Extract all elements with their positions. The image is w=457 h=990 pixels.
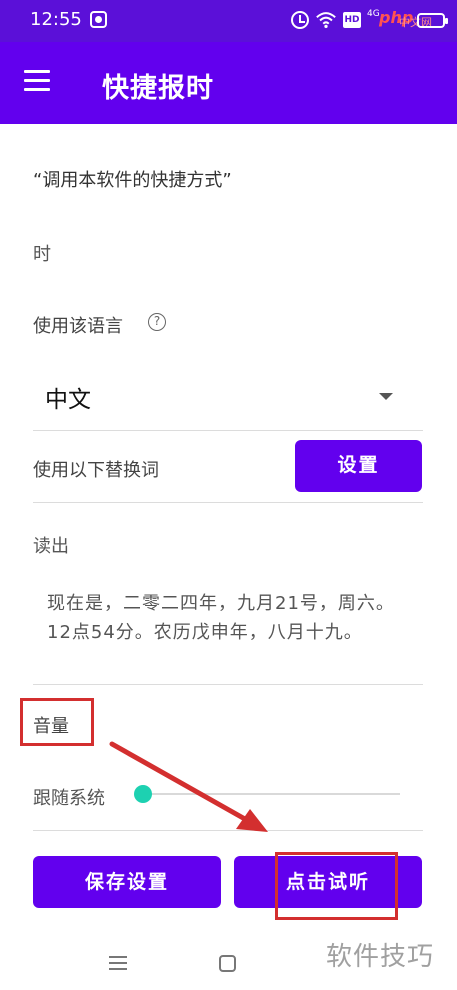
language-dropdown[interactable]: 中文 [33,364,423,430]
help-icon[interactable]: ? [148,313,166,331]
app-notification-icon [90,11,107,28]
follow-system-label: 跟随系统 [33,788,105,809]
status-time: 12:55 [30,9,82,30]
readout-text: 现在是，二零二四年，九月21号，周六。12点54分。农历戊申年，八月十九。 [47,593,395,643]
alarm-icon [291,11,309,29]
screen: 12:55 HD 4G php 中文网 快捷报时 “调用本软件的快捷方式” 时 … [0,0,457,990]
signal-label: 4G [367,9,380,19]
annotation-highlight-test [275,852,398,920]
save-settings-button[interactable]: 保存设置 [33,856,221,908]
language-selected-value: 中文 [45,387,91,413]
language-label: 使用该语言 [33,316,123,337]
app-title: 快捷报时 [102,73,214,104]
menu-line [109,956,127,958]
divider [33,502,423,503]
readout-label: 读出 [33,536,69,557]
battery-icon [417,13,448,28]
watermark-bottom: 软件技巧 [326,942,435,972]
status-bar: 12:55 HD 4G php 中文网 [0,0,457,42]
app-bar: 快捷报时 [0,42,457,124]
annotation-highlight-volume [20,698,94,746]
recent-apps-icon[interactable] [109,956,127,970]
home-icon[interactable] [219,955,236,972]
divider [33,430,423,431]
volume-slider[interactable] [134,782,402,806]
hour-label: 时 [33,244,51,265]
replace-words-label: 使用以下替换词 [33,460,159,481]
hamburger-icon-line [24,70,50,73]
menu-line [109,968,127,970]
menu-line [109,962,127,964]
dropdown-arrow-icon [379,393,393,400]
shortcut-label[interactable]: “调用本软件的快捷方式” [33,166,232,192]
divider [33,684,423,685]
slider-track [142,793,400,795]
hamburger-icon-line [24,79,50,82]
wifi-icon [316,12,336,29]
menu-button[interactable] [24,70,52,94]
hd-badge: HD [343,12,361,28]
settings-button[interactable]: 设置 [295,440,422,492]
divider [33,830,423,831]
slider-thumb[interactable] [134,785,152,803]
hamburger-icon-line [24,88,50,91]
